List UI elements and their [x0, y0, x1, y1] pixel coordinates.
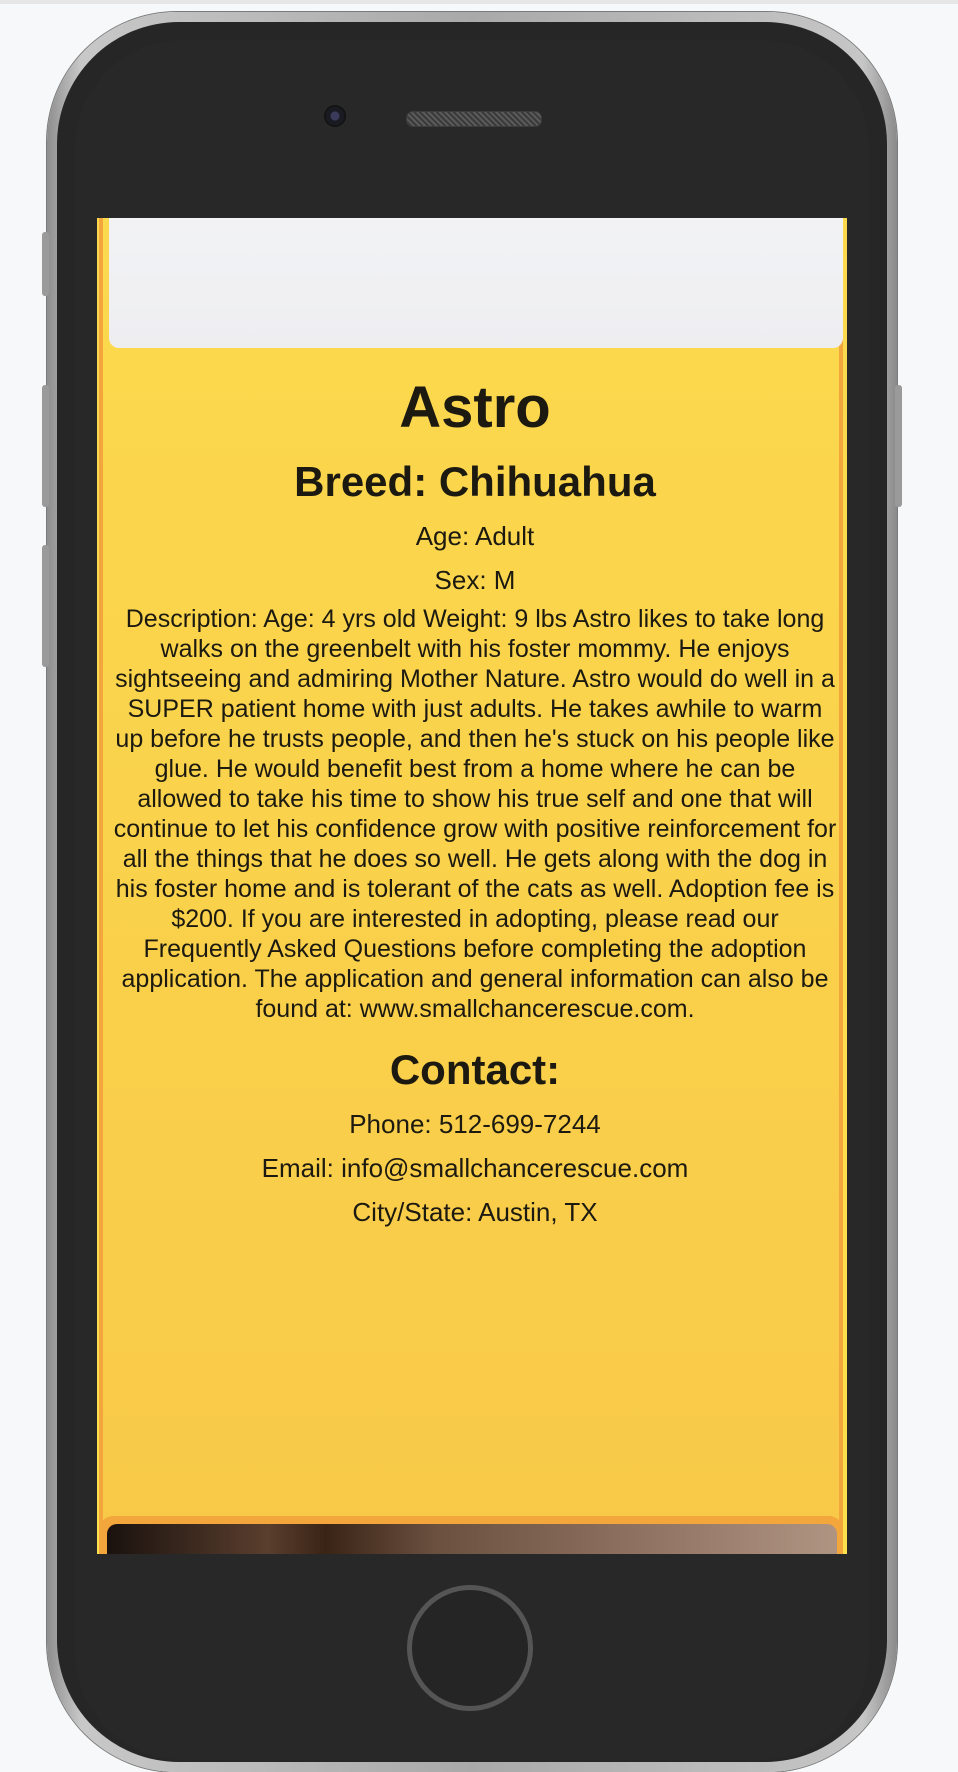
- pet-description: Description: Age: 4 yrs old Weight: 9 lb…: [113, 605, 837, 1023]
- contact-phone: Phone: 512-699-7244: [349, 1109, 601, 1139]
- volume-down-button: [42, 545, 49, 667]
- contact-email: Email: info@smallchancerescue.com: [261, 1153, 689, 1183]
- pet-breed: Breed: Chihuahua: [294, 458, 656, 505]
- next-pet-card[interactable]: [99, 1516, 843, 1554]
- pet-details: Astro Breed: Chihuahua Age: Adult Sex: M…: [103, 370, 847, 1234]
- pet-age: Age: Adult: [415, 521, 535, 551]
- power-button: [895, 385, 902, 507]
- pet-sex: Sex: M: [434, 565, 516, 595]
- front-camera-icon: [324, 105, 346, 127]
- contact-city-state: City/State: Austin, TX: [352, 1197, 598, 1227]
- pet-name: Astro: [399, 375, 551, 440]
- pet-photo: [109, 218, 843, 348]
- contact-heading: Contact:: [389, 1046, 561, 1093]
- next-pet-photo: [107, 1524, 837, 1554]
- phone-screen[interactable]: Astro Breed: Chihuahua Age: Adult Sex: M…: [97, 218, 847, 1554]
- home-button[interactable]: [407, 1585, 533, 1711]
- speaker-grille: [406, 111, 542, 127]
- mute-switch: [42, 232, 49, 296]
- browser-top-edge: [0, 0, 958, 4]
- pet-card: Astro Breed: Chihuahua Age: Adult Sex: M…: [99, 218, 843, 1554]
- volume-up-button: [42, 385, 49, 507]
